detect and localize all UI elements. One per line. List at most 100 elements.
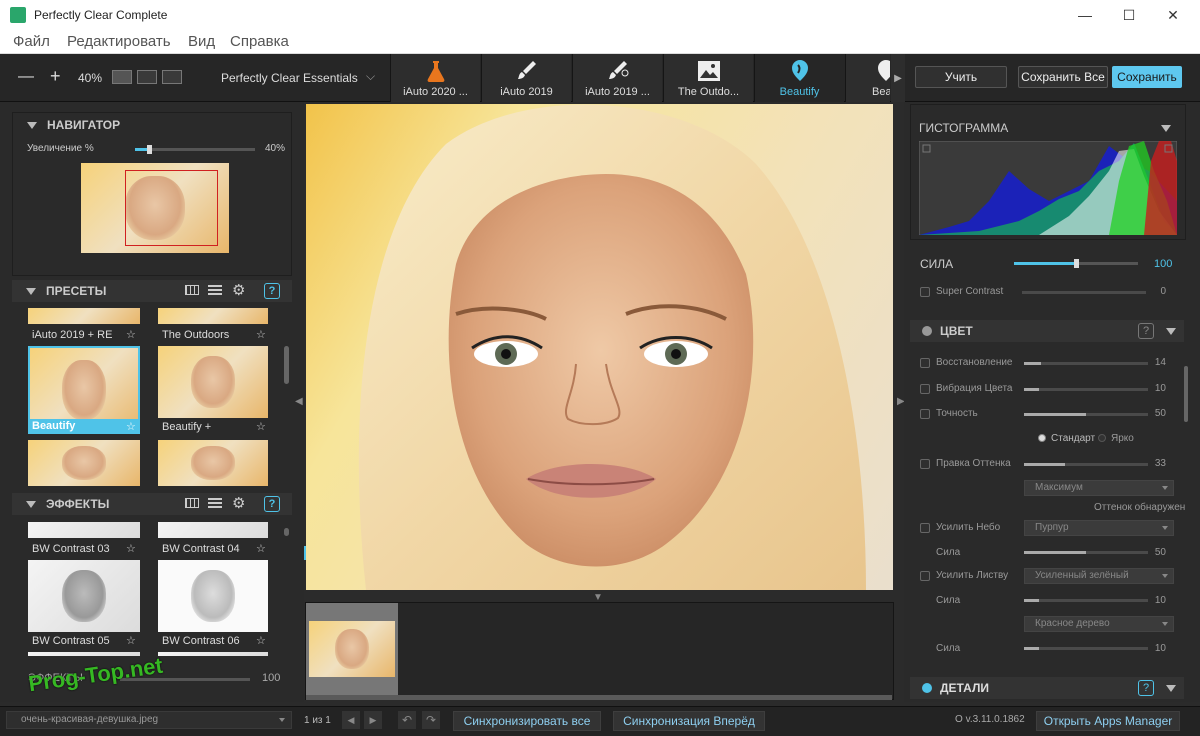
left-panel-collapse-arrow[interactable]: ◀: [295, 396, 303, 407]
preset-tab-outdoors[interactable]: The Outdo...: [663, 54, 753, 102]
list-view-icon[interactable]: [208, 498, 222, 508]
filmstrip-item-selected[interactable]: [306, 603, 398, 699]
gear-icon[interactable]: ⚙: [232, 281, 245, 299]
star-icon[interactable]: ☆: [126, 328, 136, 341]
foliage-secondary-select[interactable]: Красное дерево: [1024, 616, 1174, 632]
sky-strength-slider[interactable]: [1024, 551, 1148, 554]
star-icon[interactable]: ☆: [256, 328, 266, 341]
preset-thumbnail[interactable]: [158, 440, 268, 486]
zoom-in-button[interactable]: +: [50, 66, 61, 87]
tint-checkbox[interactable]: [920, 459, 930, 469]
zoom-slider[interactable]: [135, 145, 255, 154]
save-all-button[interactable]: Сохранить Все: [1018, 66, 1108, 88]
effect-thumbnail[interactable]: [158, 560, 268, 632]
navigator-viewport-rect[interactable]: [125, 170, 218, 246]
help-icon[interactable]: ?: [1138, 680, 1154, 696]
accuracy-checkbox[interactable]: [920, 409, 930, 419]
super-contrast-checkbox[interactable]: [920, 287, 930, 297]
sync-forward-button[interactable]: Синхронизация Вперёд: [613, 711, 765, 731]
grid-view-icon[interactable]: [185, 498, 199, 508]
vibrancy-slider[interactable]: [1024, 388, 1148, 391]
chevron-down-icon[interactable]: ⌵: [366, 69, 375, 84]
collapse-triangle-icon[interactable]: [1161, 125, 1171, 132]
mode-standard-radio[interactable]: [1038, 434, 1046, 442]
main-image[interactable]: [306, 104, 893, 590]
effect-thumbnail[interactable]: [28, 652, 140, 656]
collapse-triangle-icon[interactable]: [27, 122, 37, 129]
section-toggle-icon[interactable]: [922, 326, 932, 336]
foliage-checkbox[interactable]: [920, 571, 930, 581]
single-view-button[interactable]: [112, 70, 132, 84]
menu-file[interactable]: Файл: [13, 33, 50, 50]
preset-tab-iauto-2019[interactable]: iAuto 2019: [481, 54, 571, 102]
split-view-button[interactable]: [137, 70, 157, 84]
help-icon[interactable]: ?: [1138, 323, 1154, 339]
section-toggle-icon[interactable]: [922, 683, 932, 693]
mode-bright-radio[interactable]: [1098, 434, 1106, 442]
star-icon[interactable]: ☆: [126, 420, 136, 433]
preset-thumbnail[interactable]: [158, 308, 268, 324]
star-icon[interactable]: ☆: [256, 542, 266, 555]
restoration-slider[interactable]: [1024, 362, 1148, 365]
star-icon[interactable]: ☆: [126, 634, 136, 647]
foliage-strength-slider[interactable]: [1024, 599, 1148, 602]
scrollbar-thumb[interactable]: [284, 346, 289, 384]
open-apps-manager-button[interactable]: Открыть Apps Manager: [1036, 711, 1180, 731]
tint-slider[interactable]: [1024, 463, 1148, 466]
sky-color-select[interactable]: Пурпур: [1024, 520, 1174, 536]
super-contrast-slider[interactable]: [1022, 291, 1146, 294]
menu-edit[interactable]: Редактировать: [67, 33, 171, 50]
foliage-strength2-slider[interactable]: [1024, 647, 1148, 650]
star-icon[interactable]: ☆: [256, 634, 266, 647]
foliage-color-select[interactable]: Усиленный зелёный: [1024, 568, 1174, 584]
navigator-thumbnail[interactable]: [81, 163, 229, 253]
star-icon[interactable]: ☆: [126, 542, 136, 555]
accuracy-slider[interactable]: [1024, 413, 1148, 416]
previous-image-button[interactable]: ◀: [342, 711, 360, 729]
file-select[interactable]: очень-красивая-девушка.jpeg: [6, 711, 292, 729]
zoom-slider-handle[interactable]: [147, 145, 152, 154]
list-view-icon[interactable]: [208, 285, 222, 295]
scroll-right-arrow[interactable]: ▶: [891, 54, 905, 102]
strength-slider[interactable]: [1014, 259, 1138, 268]
preset-tab-iauto-2019-eye[interactable]: iAuto 2019 ...: [572, 54, 662, 102]
menu-help[interactable]: Справка: [230, 33, 289, 50]
restoration-checkbox[interactable]: [920, 358, 930, 368]
strength-slider-handle[interactable]: [1074, 259, 1079, 268]
preset-tab-iauto-2020[interactable]: iAuto 2020 ...: [390, 54, 480, 102]
preset-group-select[interactable]: Perfectly Clear Essentials: [221, 71, 358, 85]
gear-icon[interactable]: ⚙: [232, 494, 245, 512]
effect-thumbnail[interactable]: [28, 522, 140, 538]
save-button[interactable]: Сохранить: [1112, 66, 1182, 88]
preset-thumbnail[interactable]: [28, 308, 140, 324]
right-panel-scrollbar[interactable]: [1184, 366, 1188, 422]
undo-icon[interactable]: ↶: [398, 711, 416, 729]
zoom-out-button[interactable]: —: [18, 68, 34, 86]
preset-tab-beautify-plus[interactable]: Beau: [845, 54, 890, 102]
vibrancy-checkbox[interactable]: [920, 384, 930, 394]
collapse-triangle-icon[interactable]: [26, 288, 36, 295]
minimize-button[interactable]: —: [1062, 0, 1108, 30]
effect-thumbnail[interactable]: [158, 522, 268, 538]
preset-tab-beautify[interactable]: Beautify: [754, 54, 844, 102]
effect-thumbnail[interactable]: [28, 560, 140, 632]
redo-icon[interactable]: ↷: [422, 711, 440, 729]
preset-thumbnail[interactable]: [158, 346, 268, 418]
help-icon[interactable]: ?: [264, 496, 280, 512]
star-icon[interactable]: ☆: [256, 420, 266, 433]
collapse-triangle-icon[interactable]: [26, 501, 36, 508]
filmstrip-scrollbar[interactable]: [306, 695, 892, 700]
sync-all-button[interactable]: Синхронизировать все: [453, 711, 601, 731]
tint-mode-select[interactable]: Максимум: [1024, 480, 1174, 496]
scrollbar-thumb[interactable]: [284, 528, 289, 536]
close-button[interactable]: ✕: [1150, 0, 1196, 30]
side-by-side-view-button[interactable]: [162, 70, 182, 84]
collapse-triangle-icon[interactable]: [1166, 685, 1176, 692]
preset-thumbnail[interactable]: [28, 440, 140, 486]
collapse-triangle-icon[interactable]: [1166, 328, 1176, 335]
grid-view-icon[interactable]: [185, 285, 199, 295]
learn-button[interactable]: Учить: [915, 66, 1007, 88]
help-icon[interactable]: ?: [264, 283, 280, 299]
effect-thumbnail[interactable]: [158, 652, 268, 656]
maximize-button[interactable]: ☐: [1106, 0, 1152, 30]
